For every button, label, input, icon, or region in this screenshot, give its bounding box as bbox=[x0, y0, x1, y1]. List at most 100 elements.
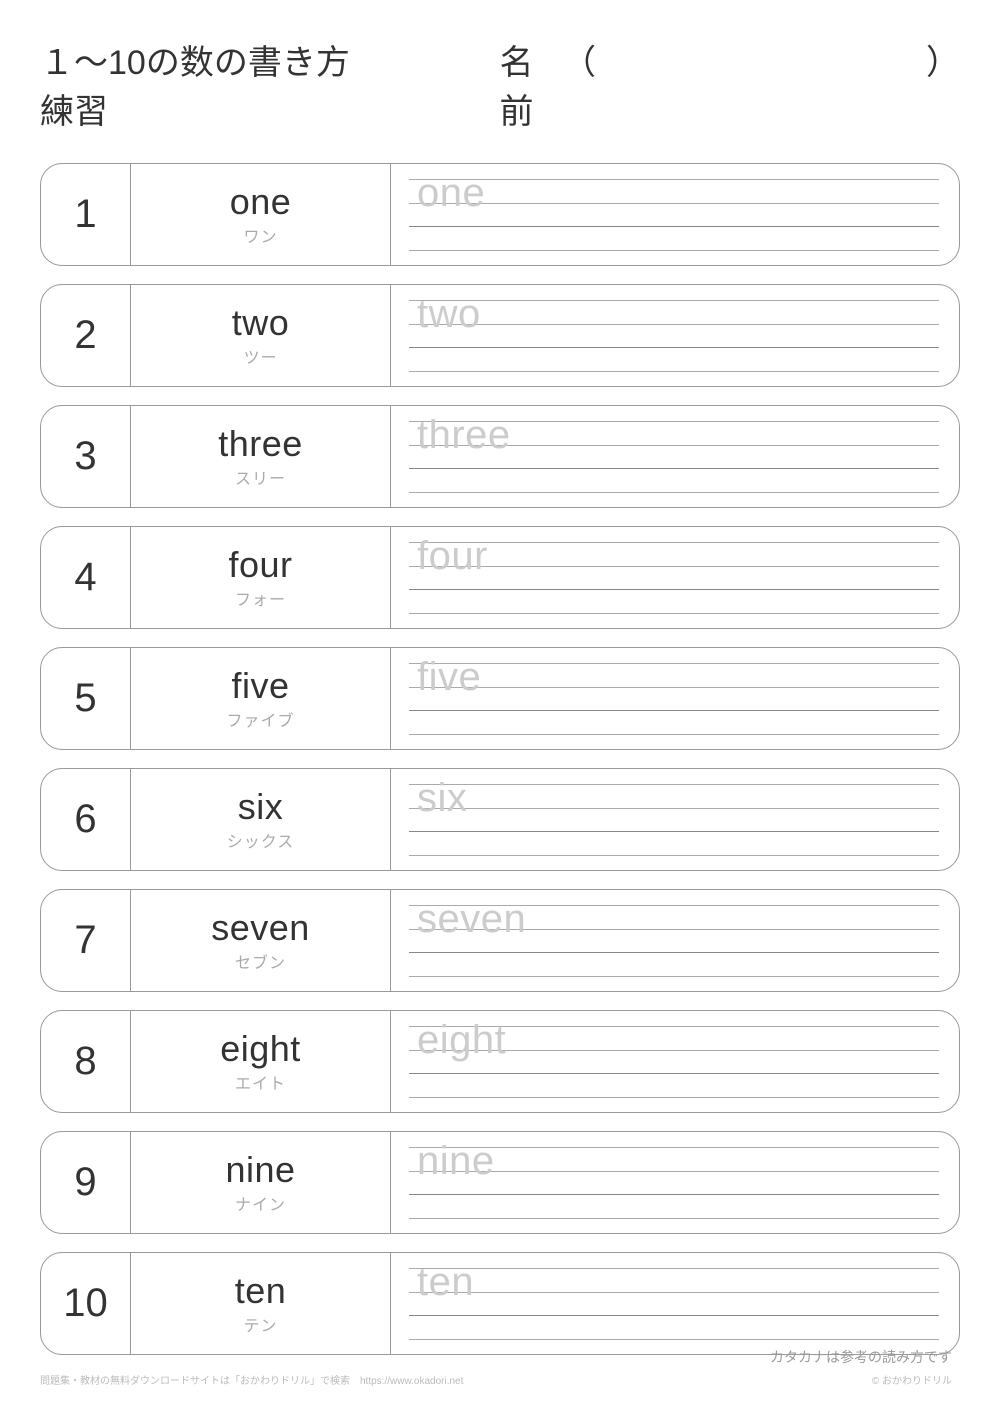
writing-lines: two bbox=[409, 293, 939, 378]
trace-word: seven bbox=[417, 897, 526, 942]
practice-cell[interactable]: three bbox=[391, 406, 959, 507]
guide-line bbox=[409, 687, 939, 688]
practice-row: 9nineナインnine bbox=[40, 1131, 960, 1234]
guide-line bbox=[409, 1315, 939, 1316]
word-cell: oneワン bbox=[131, 164, 391, 265]
guide-line bbox=[409, 468, 939, 469]
practice-row: 3threeスリーthree bbox=[40, 405, 960, 508]
number-cell: 9 bbox=[41, 1132, 131, 1233]
number-cell: 5 bbox=[41, 648, 131, 749]
writing-lines: one bbox=[409, 172, 939, 257]
practice-cell[interactable]: six bbox=[391, 769, 959, 870]
word-cell: nineナイン bbox=[131, 1132, 391, 1233]
practice-row: 8eightエイト eight bbox=[40, 1010, 960, 1113]
guide-line bbox=[409, 734, 939, 735]
guide-line bbox=[409, 952, 939, 953]
katakana-word: エイト bbox=[235, 1070, 286, 1094]
katakana-word: ワン bbox=[243, 223, 277, 247]
katakana-word: テン bbox=[243, 1312, 277, 1336]
footer-copyright: © おかわりドリル bbox=[872, 1372, 952, 1387]
trace-word: nine bbox=[417, 1139, 495, 1184]
practice-cell[interactable]: nine bbox=[391, 1132, 959, 1233]
trace-word: one bbox=[417, 171, 485, 216]
english-word: three bbox=[218, 424, 303, 464]
guide-line bbox=[409, 613, 939, 614]
trace-word: eight bbox=[417, 1018, 506, 1063]
katakana-word: ナイン bbox=[235, 1191, 286, 1215]
practice-cell[interactable]: eight bbox=[391, 1011, 959, 1112]
number-cell: 8 bbox=[41, 1011, 131, 1112]
practice-cell[interactable]: ten bbox=[391, 1253, 959, 1354]
guide-line bbox=[409, 300, 939, 301]
guide-line bbox=[409, 492, 939, 493]
word-cell: twoツー bbox=[131, 285, 391, 386]
rows-container: 1oneワンone2twoツーtwo3threeスリーthree4fourフォー… bbox=[0, 153, 1000, 1383]
number-cell: 4 bbox=[41, 527, 131, 628]
guide-line bbox=[409, 1292, 939, 1293]
katakana-word: ツー bbox=[243, 344, 277, 368]
guide-line bbox=[409, 371, 939, 372]
guide-line bbox=[409, 976, 939, 977]
practice-cell[interactable]: one bbox=[391, 164, 959, 265]
guide-line bbox=[409, 226, 939, 227]
practice-cell[interactable]: four bbox=[391, 527, 959, 628]
page-title: １～10の数の書き方練習 bbox=[40, 35, 360, 133]
katakana-word: シックス bbox=[227, 828, 295, 852]
practice-row: 10tenテンten bbox=[40, 1252, 960, 1355]
english-word: one bbox=[230, 182, 292, 222]
guide-line bbox=[409, 542, 939, 543]
name-paren-close: ） bbox=[926, 35, 960, 84]
guide-line bbox=[409, 347, 939, 348]
trace-word: three bbox=[417, 413, 511, 458]
practice-cell[interactable]: two bbox=[391, 285, 959, 386]
practice-cell[interactable]: five bbox=[391, 648, 959, 749]
katakana-word: スリー bbox=[235, 465, 286, 489]
practice-cell[interactable]: seven bbox=[391, 890, 959, 991]
practice-row: 7sevenセブンseven bbox=[40, 889, 960, 992]
katakana-word: ファイブ bbox=[226, 707, 294, 731]
word-cell: fiveファイブ bbox=[131, 648, 391, 749]
writing-lines: five bbox=[409, 656, 939, 741]
practice-row: 1oneワンone bbox=[40, 163, 960, 266]
name-label: 名前 bbox=[500, 35, 558, 133]
number-cell: 2 bbox=[41, 285, 131, 386]
guide-line bbox=[409, 1218, 939, 1219]
trace-word: six bbox=[417, 776, 467, 821]
number-cell: 7 bbox=[41, 890, 131, 991]
guide-line bbox=[409, 1194, 939, 1195]
guide-line bbox=[409, 566, 939, 567]
writing-lines: four bbox=[409, 535, 939, 620]
guide-line bbox=[409, 1339, 939, 1340]
english-word: two bbox=[232, 303, 290, 343]
english-word: seven bbox=[211, 908, 310, 948]
trace-word: five bbox=[417, 655, 481, 700]
trace-word: two bbox=[417, 292, 481, 337]
footer-note: カタカナは参考の読み方です bbox=[770, 1347, 952, 1367]
writing-lines: ten bbox=[409, 1261, 939, 1346]
practice-row: 6sixシックスsix bbox=[40, 768, 960, 871]
word-cell: fourフォー bbox=[131, 527, 391, 628]
footer-left: 問題集・教材の無料ダウンロードサイトは「おかわりドリル」で検索 https://… bbox=[40, 1372, 463, 1387]
english-word: nine bbox=[225, 1150, 295, 1190]
word-cell: sixシックス bbox=[131, 769, 391, 870]
english-word: ten bbox=[235, 1271, 287, 1311]
guide-line bbox=[409, 250, 939, 251]
number-cell: 1 bbox=[41, 164, 131, 265]
writing-lines: seven bbox=[409, 898, 939, 983]
writing-lines: eight bbox=[409, 1019, 939, 1104]
guide-line bbox=[409, 710, 939, 711]
guide-line bbox=[409, 1073, 939, 1074]
guide-line bbox=[409, 1097, 939, 1098]
english-word: four bbox=[228, 545, 292, 585]
practice-row: 5fiveファイブ five bbox=[40, 647, 960, 750]
word-cell: eightエイト bbox=[131, 1011, 391, 1112]
word-cell: sevenセブン bbox=[131, 890, 391, 991]
guide-line bbox=[409, 855, 939, 856]
word-cell: threeスリー bbox=[131, 406, 391, 507]
practice-row: 4fourフォーfour bbox=[40, 526, 960, 629]
writing-lines: six bbox=[409, 777, 939, 862]
guide-line bbox=[409, 589, 939, 590]
number-cell: 3 bbox=[41, 406, 131, 507]
practice-row: 2twoツーtwo bbox=[40, 284, 960, 387]
trace-word: ten bbox=[417, 1260, 474, 1305]
